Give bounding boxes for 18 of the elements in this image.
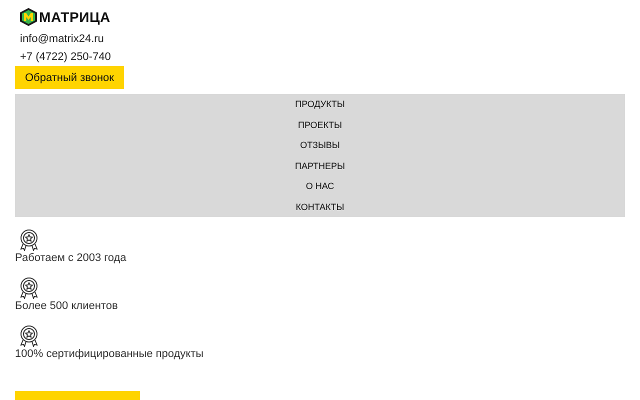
feature-text: 100% сертифицированные продукты — [15, 347, 204, 361]
award-icon — [18, 277, 40, 299]
logo-text: МАТРИЦА — [39, 9, 110, 25]
award-icon — [18, 229, 40, 251]
nav-link[interactable]: КОНТАКТЫ — [296, 196, 344, 217]
nav-link[interactable]: ОТЗЫВЫ — [300, 135, 340, 156]
feature-text: Работаем с 2003 года — [15, 251, 126, 265]
phone-number: +7 (4722) 250-740 — [19, 50, 111, 65]
cta-button[interactable] — [15, 391, 140, 400]
award-icon — [18, 325, 40, 347]
feature-text: Более 500 клиентов — [15, 299, 118, 313]
logo-icon — [20, 8, 37, 26]
callback-button[interactable]: Обратный звонок — [15, 66, 124, 89]
nav-link[interactable]: О НАС — [306, 176, 334, 196]
email-link[interactable]: info@matrix24.ru — [15, 30, 104, 48]
nav-link[interactable]: ПРОЕКТЫ — [298, 114, 342, 135]
nav-link[interactable]: ПРОДУКТЫ — [295, 94, 345, 114]
nav-link[interactable]: ПАРТНЕРЫ — [294, 156, 346, 176]
